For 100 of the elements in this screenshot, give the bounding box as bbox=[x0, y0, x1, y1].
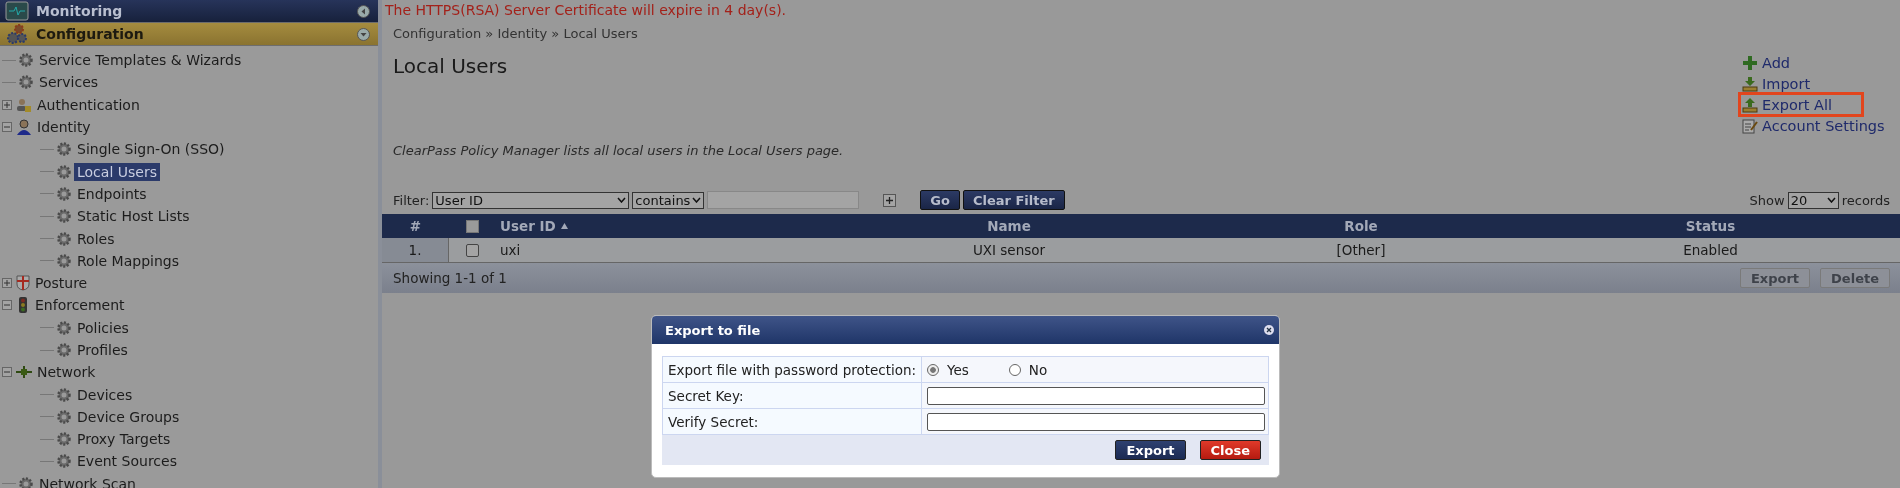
collapse-icon[interactable] bbox=[2, 122, 12, 133]
filter-value-field[interactable] bbox=[707, 191, 860, 209]
tree-item[interactable]: Authentication bbox=[34, 95, 143, 114]
tree-item[interactable]: Enforcement bbox=[32, 296, 128, 315]
section-title: Monitoring bbox=[36, 3, 124, 19]
page-title: Local Users bbox=[393, 54, 509, 78]
gear-icon bbox=[56, 252, 72, 269]
radio-label: Yes bbox=[947, 361, 969, 378]
input-field[interactable] bbox=[927, 412, 1265, 431]
tree-item[interactable]: Devices bbox=[74, 385, 136, 404]
dialog-title: Export to file bbox=[665, 322, 761, 338]
gear-icon bbox=[56, 141, 72, 158]
caret-icon bbox=[692, 197, 702, 203]
table-cell: uxi bbox=[496, 238, 817, 263]
expand-icon[interactable] bbox=[2, 99, 12, 110]
tree-item[interactable]: Local Users bbox=[74, 162, 160, 181]
gear-icon bbox=[56, 453, 72, 470]
tree-item[interactable]: Static Host Lists bbox=[74, 207, 193, 226]
collapse-icon[interactable] bbox=[357, 27, 370, 41]
tree-item[interactable]: Roles bbox=[74, 229, 118, 248]
tree-item[interactable]: Profiles bbox=[74, 341, 131, 359]
field-label: Secret Key: bbox=[663, 383, 921, 408]
plus-icon bbox=[1742, 54, 1758, 71]
tree-item[interactable]: Service Templates & Wizards bbox=[36, 51, 245, 70]
accordion-header[interactable]: Monitoring bbox=[0, 0, 378, 23]
gear-icon bbox=[18, 74, 34, 91]
radio-button[interactable] bbox=[927, 363, 939, 376]
table-cell: UXI sensor bbox=[817, 238, 1201, 263]
network-icon bbox=[16, 364, 32, 381]
column-header[interactable]: Name bbox=[817, 214, 1201, 238]
tree-item[interactable]: Posture bbox=[32, 274, 91, 293]
gear-icon bbox=[56, 342, 72, 358]
action-link[interactable]: Account Settings bbox=[1742, 115, 1888, 136]
gear-icon bbox=[56, 319, 72, 336]
filter-field-select[interactable]: User ID bbox=[432, 191, 630, 209]
sort-ascending-icon bbox=[560, 223, 568, 229]
gear-icon bbox=[56, 386, 72, 403]
upload-icon bbox=[1742, 96, 1758, 113]
close-icon[interactable] bbox=[1264, 325, 1274, 335]
gear-icon bbox=[56, 431, 72, 448]
gear-icon bbox=[56, 408, 72, 425]
column-header[interactable]: User ID bbox=[496, 214, 817, 238]
clear-filter-button[interactable]: Clear Filter bbox=[962, 190, 1065, 210]
person-icon bbox=[16, 119, 32, 136]
download-icon bbox=[1742, 75, 1758, 92]
form-edit-icon bbox=[1742, 117, 1758, 134]
traffic-light-icon bbox=[16, 297, 30, 314]
radio-button[interactable] bbox=[1008, 363, 1021, 376]
certificate-warning: The HTTPS(RSA) Server Certificate will expire in 4 day(s). bbox=[384, 1, 788, 20]
section-title: Configuration bbox=[36, 26, 145, 42]
tree-item[interactable]: Proxy Targets bbox=[74, 430, 174, 449]
tree-item[interactable]: Services bbox=[36, 73, 102, 92]
accordion-header[interactable]: Configuration bbox=[0, 23, 378, 46]
shield-icon bbox=[16, 275, 30, 292]
gear-icon bbox=[18, 52, 34, 69]
tree-item[interactable]: Device Groups bbox=[74, 407, 183, 426]
tree-item[interactable]: Single Sign-On (SSO) bbox=[74, 140, 228, 159]
show-label: Show bbox=[1749, 192, 1785, 208]
column-header[interactable]: Status bbox=[1521, 214, 1900, 238]
gear-icon bbox=[56, 208, 72, 225]
user-lock-icon bbox=[16, 96, 32, 113]
row-number: 1. bbox=[382, 238, 449, 263]
row-count: Showing 1-1 of 1 bbox=[393, 270, 507, 286]
select-all-checkbox[interactable] bbox=[466, 219, 479, 233]
column-header[interactable]: # bbox=[382, 214, 449, 238]
monitor-icon bbox=[4, 0, 30, 22]
action-link[interactable]: Import bbox=[1742, 73, 1888, 94]
tree-item[interactable]: Role Mappings bbox=[74, 251, 182, 270]
records-label: records bbox=[1841, 192, 1890, 208]
gear-icon bbox=[56, 185, 72, 202]
caret-icon bbox=[1826, 197, 1836, 203]
page-description: ClearPass Policy Manager lists all local users in the Local Users page. bbox=[393, 143, 844, 158]
table-cell: [Other] bbox=[1201, 238, 1521, 263]
add-filter-icon[interactable] bbox=[883, 193, 897, 207]
column-header[interactable]: Role bbox=[1201, 214, 1521, 238]
go-button[interactable]: Go bbox=[920, 190, 960, 210]
collapse-icon[interactable] bbox=[2, 367, 12, 378]
tree-item[interactable]: Event Sources bbox=[74, 452, 180, 471]
filter-operator-select[interactable]: contains bbox=[632, 191, 705, 209]
tree-item[interactable]: Endpoints bbox=[74, 184, 150, 203]
collapse-icon[interactable] bbox=[2, 300, 12, 311]
field-label: Verify Secret: bbox=[663, 409, 921, 434]
table-cell: Enabled bbox=[1521, 238, 1900, 263]
tree-item[interactable]: Policies bbox=[74, 318, 132, 337]
page-size-select[interactable]: 20 bbox=[1787, 191, 1839, 209]
gear-icon bbox=[56, 163, 72, 180]
expand-icon[interactable] bbox=[357, 4, 370, 18]
row-checkbox[interactable] bbox=[466, 243, 479, 257]
radio-label: No bbox=[1028, 361, 1048, 378]
dialog-button[interactable]: Close bbox=[1199, 440, 1261, 460]
filter-label: Filter: bbox=[393, 192, 430, 208]
action-link[interactable]: Add bbox=[1742, 52, 1888, 73]
caret-icon bbox=[617, 197, 627, 203]
tree-item[interactable]: Identity bbox=[34, 118, 94, 137]
dialog-button[interactable]: Export bbox=[1115, 440, 1186, 460]
tree-item[interactable]: Network bbox=[34, 363, 99, 382]
expand-icon[interactable] bbox=[2, 278, 12, 289]
input-field[interactable] bbox=[927, 386, 1265, 405]
breadcrumb: Configuration » Identity » Local Users bbox=[392, 25, 639, 43]
action-link[interactable]: Export All bbox=[1740, 94, 1862, 115]
